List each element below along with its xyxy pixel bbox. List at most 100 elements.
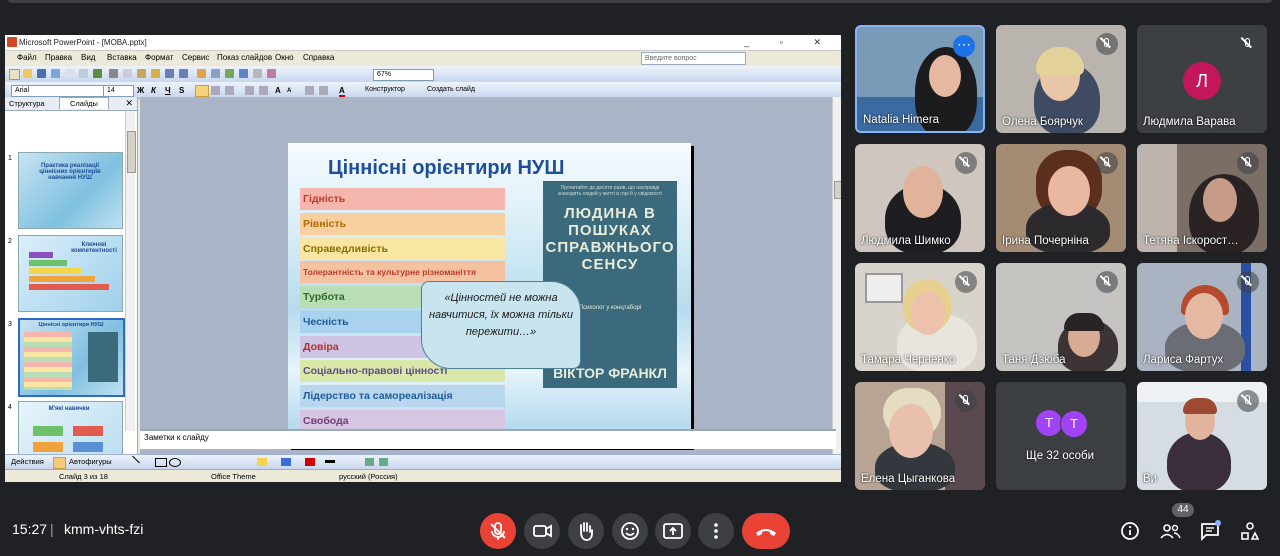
present-screen-button[interactable] — [655, 513, 691, 549]
redo-icon[interactable] — [179, 69, 188, 78]
print-icon[interactable] — [65, 69, 74, 78]
menu-edit[interactable]: Правка — [45, 53, 72, 62]
meeting-info-button[interactable] — [1117, 518, 1143, 544]
slide-canvas[interactable]: Ціннісні орієнтири НУШ Гідність Рівність… — [288, 143, 691, 447]
help-search-input[interactable]: Введите вопрос — [641, 52, 746, 65]
participant-tile[interactable]: Тетяна Іскорост… — [1137, 144, 1267, 252]
font-color-icon[interactable] — [305, 458, 315, 466]
menu-tools[interactable]: Сервис — [182, 53, 209, 62]
paste-icon[interactable] — [137, 69, 146, 78]
autoshapes-button[interactable]: Автофигуры — [69, 457, 112, 466]
raise-hand-button[interactable] — [568, 513, 604, 549]
emoji-reactions-button[interactable] — [612, 513, 648, 549]
end-call-icon — [756, 529, 776, 536]
thumbnails-scrollbar[interactable] — [125, 111, 136, 431]
self-tile[interactable]: Ви — [1137, 382, 1267, 490]
activities-button[interactable] — [1237, 518, 1263, 544]
insert-picture-icon[interactable] — [225, 69, 234, 78]
more-options-icon[interactable]: ⋯ — [953, 35, 975, 57]
insert-chart-icon[interactable] — [197, 69, 206, 78]
spelling-icon[interactable] — [93, 69, 102, 78]
align-center-icon[interactable] — [211, 86, 220, 95]
participant-tile[interactable]: Ірина Почерніна — [996, 144, 1126, 252]
increase-indent-icon[interactable] — [319, 86, 328, 95]
menu-file[interactable]: Файл — [17, 53, 37, 62]
slide-thumbnail-2[interactable]: Ключові компетентності — [18, 235, 123, 312]
participant-tile[interactable]: Лариса Фартух — [1137, 263, 1267, 371]
menu-insert[interactable]: Вставка — [107, 53, 137, 62]
undo-icon[interactable] — [165, 69, 174, 78]
cut-icon[interactable] — [109, 69, 118, 78]
preview-icon[interactable] — [79, 69, 88, 78]
tab-slides[interactable]: Слайды — [59, 97, 109, 109]
bold-button[interactable]: Ж — [137, 86, 144, 95]
select-objects-icon[interactable] — [53, 457, 66, 469]
slide-scrollbar[interactable] — [832, 97, 841, 457]
fill-color-icon[interactable] — [257, 458, 267, 466]
grid-icon[interactable] — [253, 69, 262, 78]
align-left-icon[interactable] — [195, 85, 209, 97]
font-color-button[interactable]: A — [339, 86, 345, 97]
camera-toggle-button[interactable] — [524, 513, 560, 549]
decrease-indent-icon[interactable] — [305, 86, 314, 95]
bullets-icon[interactable] — [259, 86, 268, 95]
open-icon[interactable] — [23, 69, 32, 78]
scrollbar-thumb[interactable] — [127, 131, 136, 173]
thumb-values — [24, 332, 72, 390]
leave-call-button[interactable] — [742, 513, 790, 549]
permission-icon[interactable] — [51, 69, 60, 78]
designer-button[interactable]: Конструктор — [365, 86, 405, 93]
menu-view[interactable]: Вид — [81, 53, 95, 62]
participant-tile[interactable]: Людмила Шимко — [855, 144, 985, 252]
new-slide-button[interactable]: Создать слайд — [427, 86, 475, 93]
mic-off-icon — [955, 390, 977, 412]
line-style-icon[interactable] — [325, 460, 335, 463]
participant-tile[interactable]: Тамара Черненко — [855, 263, 985, 371]
format-painter-icon[interactable] — [151, 69, 160, 78]
more-options-button[interactable] — [698, 513, 734, 549]
zoom-select[interactable]: 67% — [373, 69, 434, 81]
align-right-icon[interactable] — [225, 86, 234, 95]
save-icon[interactable] — [37, 69, 46, 78]
menu-slideshow[interactable]: Показ слайдов — [217, 53, 272, 62]
font-select[interactable]: Arial — [11, 85, 104, 97]
decrease-font-button[interactable]: A — [287, 88, 291, 94]
window-controls[interactable]: _ ▫ ✕ — [744, 37, 835, 48]
numbering-icon[interactable] — [245, 86, 254, 95]
underline-button[interactable]: Ч — [165, 86, 171, 95]
notes-field[interactable]: Заметки к слайду — [140, 429, 836, 449]
font-size-select[interactable]: 14 — [103, 85, 134, 97]
3d-icon[interactable] — [379, 458, 388, 466]
menu-format[interactable]: Формат — [145, 53, 173, 62]
close-icon[interactable]: ✕ — [125, 98, 133, 109]
participant-tile[interactable]: ⋯ Natalia Himera — [855, 25, 985, 133]
shadow-icon[interactable] — [365, 458, 374, 466]
slide-thumbnail-3[interactable]: Ціннісні орієнтири НУШ — [18, 318, 125, 397]
increase-font-button[interactable]: A — [275, 86, 281, 95]
microphone-toggle-button[interactable] — [480, 513, 516, 549]
menu-help[interactable]: Справка — [303, 53, 334, 62]
chat-button[interactable] — [1197, 518, 1223, 544]
shadow-button[interactable]: S — [179, 86, 184, 95]
line-color-icon[interactable] — [281, 458, 291, 466]
draw-actions-button[interactable]: Действия — [11, 457, 44, 466]
new-icon[interactable] — [9, 69, 20, 80]
participant-tile[interactable]: Таня Дзюба — [996, 263, 1126, 371]
more-participants-tile[interactable]: Т Т Ще 32 особи — [996, 382, 1126, 490]
menu-window[interactable]: Окно — [275, 53, 294, 62]
tab-structure[interactable]: Структура — [9, 99, 45, 108]
participant-tile[interactable]: Елена Цыганкова — [855, 382, 985, 490]
insert-table-icon[interactable] — [211, 69, 220, 78]
italic-button[interactable]: К — [151, 86, 156, 95]
line-icon[interactable] — [132, 455, 140, 464]
oval-icon[interactable] — [169, 458, 181, 467]
slide-thumbnail-1[interactable]: Практика реалізації ціннісних орієнтирів… — [18, 152, 123, 229]
participant-tile[interactable]: Л Людмила Варава — [1137, 25, 1267, 133]
color-grayscale-icon[interactable] — [267, 69, 276, 78]
scrollbar-thumb[interactable] — [834, 181, 841, 199]
people-button[interactable] — [1157, 518, 1183, 544]
participant-tile[interactable]: Олена Боярчук — [996, 25, 1126, 133]
copy-icon[interactable] — [123, 69, 132, 78]
insert-hyperlink-icon[interactable] — [239, 69, 248, 78]
rectangle-icon[interactable] — [155, 458, 167, 467]
